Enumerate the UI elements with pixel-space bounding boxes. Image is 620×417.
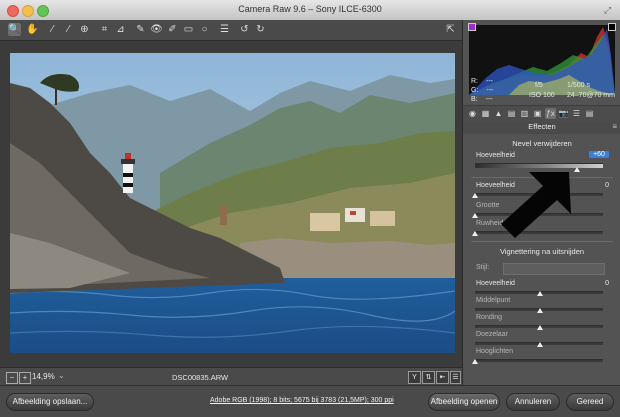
footer-bar: Afbeelding opslaan... Adobe RGB (1998); … — [0, 385, 620, 417]
panel-tabs: ◉ ▦ ▲ ▤ ▥ ▣ ƒx 📷 ☰ ▤ — [463, 105, 620, 123]
highlight-clipping-toggle[interactable] — [608, 23, 616, 31]
dehaze-title: Nevel verwijderen — [512, 139, 572, 148]
vignette-style-label: Stijl: — [476, 264, 490, 271]
b-label: B: — [471, 96, 478, 103]
before-after-y-button[interactable]: Y — [408, 371, 421, 384]
tab-basic-icon[interactable]: ◉ — [467, 108, 478, 119]
vignette-amount-thumb[interactable] — [537, 291, 543, 296]
grain-size-label: Grootte — [476, 202, 500, 209]
vignette-amount-label: Hoeveelheid — [476, 280, 515, 287]
panel-title: Effecten — [463, 122, 620, 134]
copy-settings-icon[interactable]: ⇤ — [436, 371, 449, 384]
spot-removal-icon[interactable]: ✎ — [134, 23, 147, 36]
tab-tone-curve-icon[interactable]: ▦ — [480, 108, 491, 119]
shutter-speed: 1/500 s — [567, 82, 590, 89]
tab-presets-icon[interactable]: ☰ — [571, 108, 582, 119]
vignette-feather-thumb[interactable] — [537, 342, 543, 347]
tool-bar: 🔍 ✋ ⁄ ⁄ ⊕ ⌗ ⊿ ✎ 👁 ✐ ▭ ○ ☰ ↺ ↻ ⇱ — [0, 20, 462, 41]
color-sampler-icon[interactable]: ⁄ — [62, 23, 75, 36]
tab-snapshots-icon[interactable]: ▤ — [584, 108, 595, 119]
toggle-settings-icon[interactable]: ☰ — [450, 371, 461, 384]
lens: 24–70@70 mm — [567, 92, 615, 99]
grain-size-thumb[interactable] — [472, 213, 478, 218]
fullscreen-icon[interactable]: ⇱ — [444, 23, 457, 36]
vignette-highlights-label: Hooglichten — [476, 348, 513, 355]
tab-hsl-icon[interactable]: ▤ — [506, 108, 517, 119]
tab-effects-icon[interactable]: ƒx — [545, 108, 556, 119]
window-title: Camera Raw 9.6 – Sony ILCE-6300 — [238, 4, 382, 14]
open-image-button[interactable]: Afbeelding openen — [428, 393, 500, 411]
r-value: --- — [486, 78, 493, 85]
image-preview-area[interactable] — [0, 41, 462, 367]
divider — [471, 241, 613, 242]
adjustments-panel: R: --- G: --- B: --- f/5 1/500 s ISO 100 24… — [462, 20, 620, 385]
tab-lens-icon[interactable]: ▣ — [532, 108, 543, 119]
vignette-amount-value[interactable]: 0 — [579, 280, 609, 287]
filename-label: DSC00835.ARW — [172, 373, 229, 382]
hand-icon[interactable]: ✋ — [26, 23, 39, 36]
fullscreen-toggle-icon[interactable]: ⤢ — [604, 5, 614, 15]
grain-amount-value[interactable]: 0 — [579, 182, 609, 189]
readouts: R: --- G: --- B: --- f/5 1/500 s ISO 100 24… — [471, 78, 617, 106]
vignette-highlights-thumb[interactable] — [472, 359, 478, 364]
vignette-midpoint-thumb[interactable] — [537, 308, 543, 313]
vignette-midpoint-label: Middelpunt — [476, 297, 511, 304]
g-value: --- — [486, 87, 494, 94]
red-eye-icon[interactable]: 👁 — [150, 23, 163, 36]
before-after-swap-icon[interactable]: ⇅ — [422, 371, 435, 384]
straighten-icon[interactable]: ⊿ — [114, 23, 127, 36]
zoom-icon[interactable]: 🔍 — [8, 23, 21, 36]
title-bar: Camera Raw 9.6 – Sony ILCE-6300 ⤢ — [0, 0, 620, 21]
photo-preview[interactable] — [10, 53, 455, 353]
tab-detail-icon[interactable]: ▲ — [493, 108, 504, 119]
shadow-clipping-toggle[interactable] — [468, 23, 476, 31]
dehaze-amount-value[interactable]: +60 — [589, 151, 609, 158]
rotate-left-icon[interactable]: ↺ — [238, 23, 251, 36]
vignette-style-select[interactable] — [503, 263, 605, 275]
grain-amount-thumb[interactable] — [472, 193, 478, 198]
vignette-roundness-thumb[interactable] — [537, 325, 543, 330]
save-image-button[interactable]: Afbeelding opslaan... — [6, 393, 94, 411]
vignette-roundness-label: Ronding — [476, 314, 503, 321]
vignette-highlights-slider[interactable] — [475, 359, 603, 362]
zoom-level[interactable]: 14,9% — [32, 372, 55, 381]
cancel-button[interactable]: Annuleren — [506, 393, 560, 411]
tab-camera-calibration-icon[interactable]: 📷 — [558, 108, 569, 119]
crop-icon[interactable]: ⌗ — [98, 23, 111, 36]
vignette-title: Vignettering na uitsnijden — [499, 247, 585, 256]
g-label: G: — [471, 87, 479, 94]
aperture: f/5 — [535, 82, 543, 89]
zoom-in-button[interactable]: + — [19, 372, 31, 384]
r-label: R: — [471, 78, 478, 85]
rotate-right-icon[interactable]: ↻ — [254, 23, 267, 36]
dehaze-amount-slider[interactable] — [475, 163, 603, 168]
annotation-arrow-icon — [501, 172, 571, 238]
dehaze-amount-label: Hoeveelheid — [476, 152, 515, 159]
b-value: --- — [485, 96, 493, 103]
panel-menu-icon[interactable]: ≡ — [612, 122, 617, 131]
workflow-options-link[interactable]: Adobe RGB (1998); 8 bits; 5675 bij 3783 … — [210, 397, 394, 404]
preview-bottom-bar: − + 14,9% ⌄ DSC00835.ARW Y ⇅ ⇤ ☰ — [0, 367, 462, 386]
preferences-icon[interactable]: ☰ — [218, 23, 231, 36]
graduated-filter-icon[interactable]: ▭ — [182, 23, 195, 36]
zoom-out-button[interactable]: − — [6, 372, 18, 384]
white-balance-icon[interactable]: ⁄ — [46, 23, 59, 36]
tab-split-toning-icon[interactable]: ▥ — [519, 108, 530, 119]
vignette-feather-label: Doezelaar — [476, 331, 508, 338]
radial-filter-icon[interactable]: ○ — [198, 23, 211, 36]
chevron-down-icon[interactable]: ⌄ — [58, 371, 65, 380]
grain-roughness-thumb[interactable] — [472, 231, 478, 236]
target-adjust-icon[interactable]: ⊕ — [78, 23, 91, 36]
iso: ISO 100 — [529, 92, 555, 99]
done-button[interactable]: Gereed — [566, 393, 614, 411]
adjustment-brush-icon[interactable]: ✐ — [166, 23, 179, 36]
